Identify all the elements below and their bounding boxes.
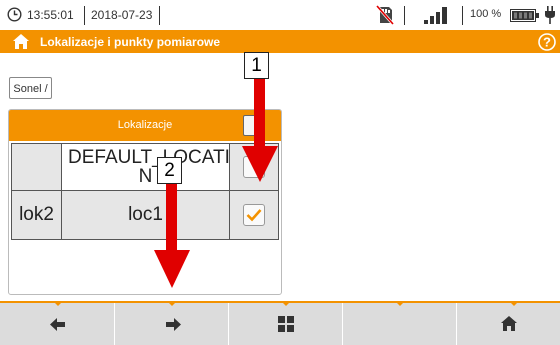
home-icon[interactable] — [12, 33, 30, 50]
callout-label-2: 2 — [157, 157, 182, 184]
status-separator — [84, 6, 85, 25]
table-cell-location[interactable]: DEFAULT_LOCATIO N — [61, 143, 245, 191]
page-title: Lokalizacje i punkty pomiarowe — [40, 35, 221, 49]
table-cell-location[interactable]: loc1 — [61, 190, 230, 240]
callout-label-1: 1 — [244, 52, 269, 79]
status-separator — [159, 6, 160, 25]
signal-icon — [424, 7, 447, 24]
panel-header-label: Lokalizacje — [117, 119, 173, 131]
checkmark-icon — [246, 209, 262, 222]
title-bar: Lokalizacje i punkty pomiarowe ? — [0, 30, 560, 53]
nav-forward-button[interactable] — [115, 303, 229, 345]
breadcrumb[interactable]: Sonel / — [9, 77, 52, 99]
nav-empty-button[interactable] — [343, 303, 457, 345]
annotation-arrow-2 — [154, 178, 190, 288]
help-icon[interactable]: ? — [538, 33, 556, 51]
grid-icon — [278, 316, 294, 332]
svg-text:?: ? — [543, 35, 551, 50]
status-date: 2018-07-23 — [91, 8, 153, 22]
home-icon — [501, 316, 517, 331]
row-checkbox-checked[interactable] — [243, 204, 265, 226]
power-plug-icon — [545, 6, 555, 24]
status-separator — [462, 6, 463, 25]
status-bar: 13:55:01 2018-07-23 100 % — [0, 0, 560, 30]
nav-back-button[interactable] — [0, 303, 115, 345]
arrow-left-icon — [50, 318, 65, 331]
table-cell-name[interactable]: lok2 — [11, 190, 62, 240]
battery-icon — [510, 9, 539, 22]
table-cell-check[interactable] — [229, 190, 279, 240]
bottom-nav-bar — [0, 301, 560, 345]
annotation-arrow-1 — [242, 70, 278, 182]
arrow-right-icon — [166, 318, 181, 331]
status-time: 13:55:01 — [27, 8, 74, 22]
clock-icon — [7, 7, 22, 22]
table-cell-name[interactable] — [11, 143, 62, 191]
nav-home-button[interactable] — [457, 303, 560, 345]
nav-menu-button[interactable] — [229, 303, 343, 345]
no-sd-card-icon — [376, 5, 394, 25]
battery-percent: 100 % — [470, 8, 502, 20]
status-separator — [404, 6, 405, 25]
cell-text: lok2 — [19, 204, 54, 225]
